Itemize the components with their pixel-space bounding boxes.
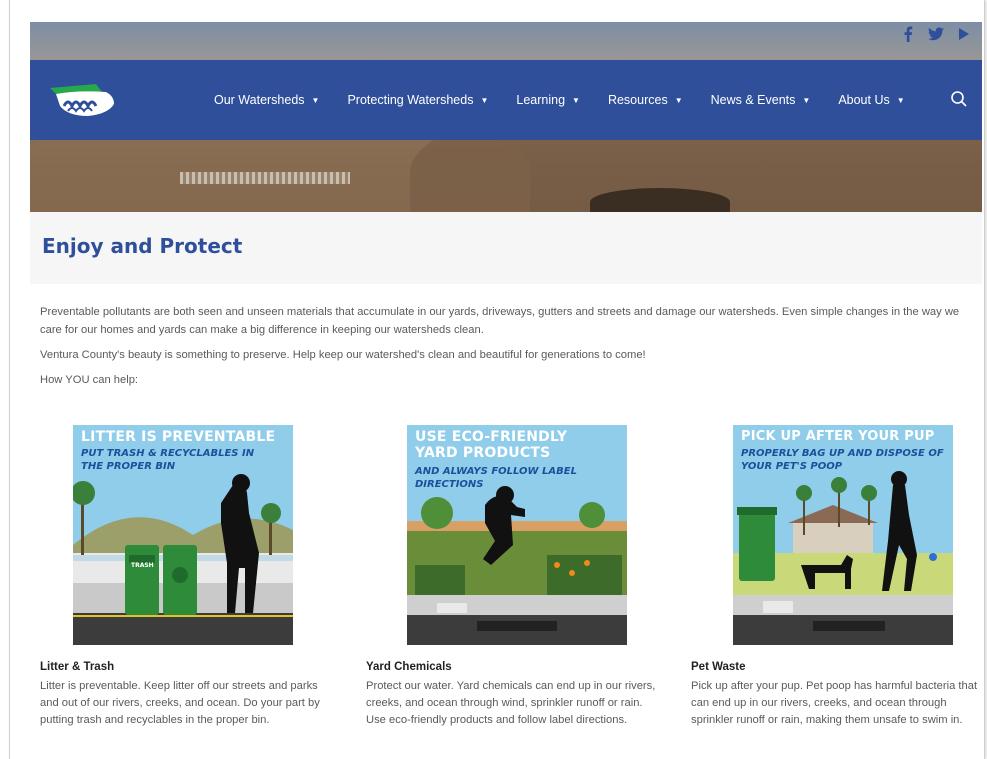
social-links: [900, 26, 972, 42]
yard-illustration: USE ECO-FRIENDLY YARD PRODUCTS AND ALWAY…: [407, 425, 627, 645]
pet-illustration: PICK UP AFTER YOUR PUP PROPERLY BAG UP A…: [733, 425, 953, 645]
chevron-down-icon: ▼: [480, 95, 489, 105]
title-band: Enjoy and Protect: [30, 212, 982, 284]
site-logo[interactable]: [48, 82, 120, 120]
litter-illustration: LITTER IS PREVENTABLE PUT TRASH & RECYCL…: [73, 425, 293, 645]
illustration-heading: USE ECO-FRIENDLY YARD PRODUCTS: [415, 429, 568, 461]
search-icon[interactable]: [950, 90, 968, 108]
facebook-icon[interactable]: [900, 26, 916, 42]
intro-paragraph: How YOU can help:: [40, 374, 139, 386]
chevron-down-icon: ▼: [674, 95, 683, 105]
card-text: Pick up after your pup. Pet poop has har…: [691, 680, 978, 726]
nav-news-events[interactable]: News & Events ▼: [711, 93, 811, 107]
nav-about-us[interactable]: About Us ▼: [838, 93, 904, 107]
illustration-heading: LITTER IS PREVENTABLE: [81, 429, 276, 445]
illustration-subheading: AND ALWAYS FOLLOW LABEL DIRECTIONS: [415, 466, 577, 490]
main-nav: Our Watersheds ▼ Protecting Watersheds ▼ L…: [214, 60, 933, 140]
nav-our-watersheds[interactable]: Our Watersheds ▼: [214, 93, 319, 107]
chevron-down-icon: ▼: [572, 95, 580, 105]
intro-paragraph: Ventura County's beauty is something to …: [40, 349, 646, 361]
bin-label: TRASH: [131, 562, 154, 569]
illustration-subheading: PUT TRASH & RECYCLABLES IN THE PROPER BI…: [81, 448, 255, 472]
card-title: Pet Waste: [691, 661, 746, 673]
youtube-icon[interactable]: [956, 26, 972, 42]
card-text: Protect our water. Yard chemicals can en…: [366, 680, 656, 726]
illustration-subheading: PROPERLY BAG UP AND DISPOSE OF YOUR PET'…: [741, 448, 944, 472]
page-frame: Our Watersheds ▼ Protecting Watersheds ▼ L…: [9, 0, 985, 759]
card-title: Yard Chemicals: [366, 661, 452, 673]
main-navbar: Our Watersheds ▼ Protecting Watersheds ▼ L…: [30, 60, 982, 140]
nav-protecting-watersheds[interactable]: Protecting Watersheds ▼: [347, 93, 488, 107]
tips-cards: LITTER IS PREVENTABLE PUT TRASH & RECYCL…: [40, 425, 985, 755]
nav-resources[interactable]: Resources ▼: [608, 93, 683, 107]
intro-content: Preventable pollutants are both seen and…: [40, 303, 970, 396]
nav-learning[interactable]: Learning ▼: [516, 93, 580, 107]
page-title: Enjoy and Protect: [42, 234, 243, 258]
chevron-down-icon: ▼: [802, 95, 811, 105]
card-text: Litter is preventable. Keep litter off o…: [40, 680, 320, 726]
twitter-icon[interactable]: [928, 26, 944, 42]
intro-paragraph: Preventable pollutants are both seen and…: [40, 306, 960, 336]
card-title: Litter & Trash: [40, 661, 115, 673]
chevron-down-icon: ▼: [896, 95, 905, 105]
illustration-heading: PICK UP AFTER YOUR PUP: [741, 429, 935, 444]
chevron-down-icon: ▼: [311, 95, 320, 105]
